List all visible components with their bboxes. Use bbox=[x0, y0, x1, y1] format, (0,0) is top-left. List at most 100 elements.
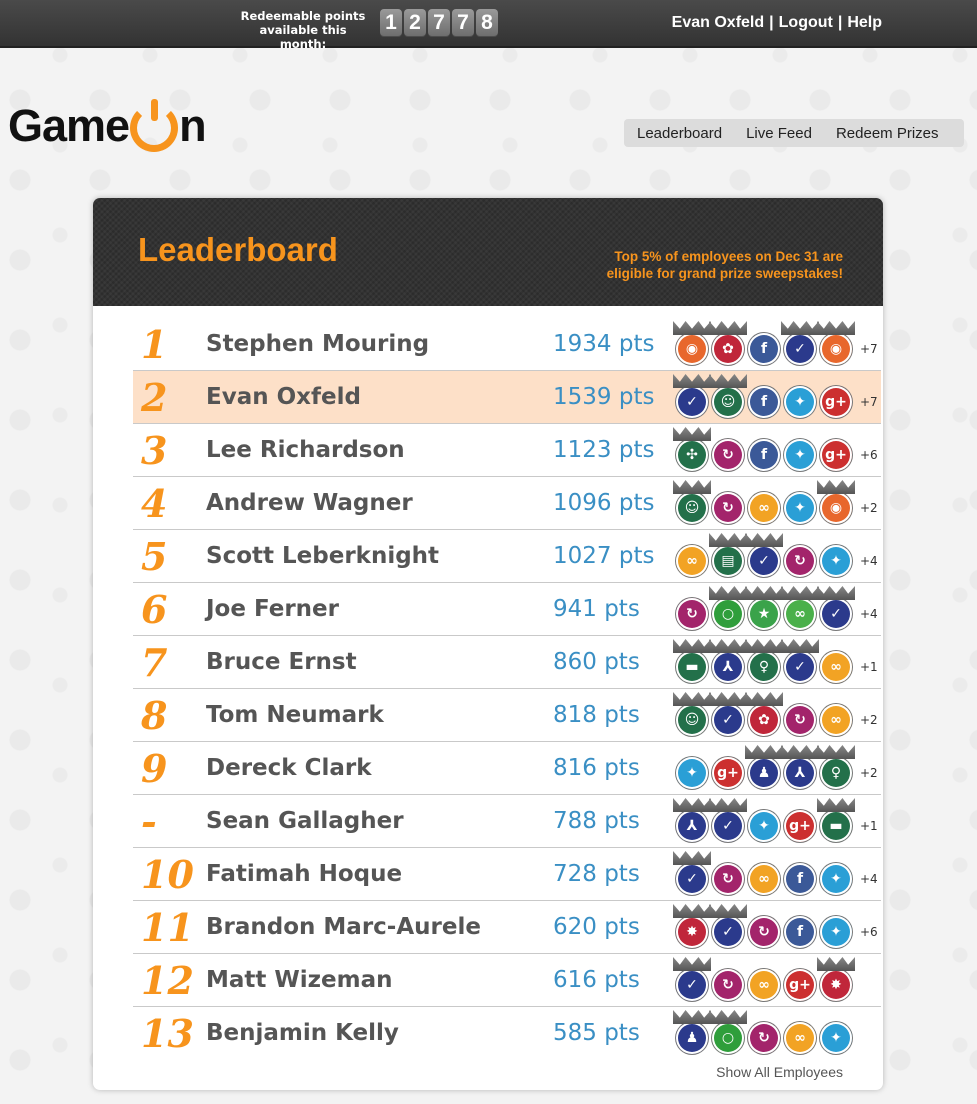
chat-badge-icon[interactable]: ▬ bbox=[820, 810, 852, 842]
leaderboard-row[interactable]: 13 Benjamin Kelly 585 pts ♟ ○ ↻ ∞ ✦ bbox=[133, 1007, 881, 1059]
more-badges-count[interactable]: +2 bbox=[860, 713, 878, 727]
rss-badge-icon[interactable]: ◉ bbox=[820, 492, 852, 524]
refresh-badge-icon[interactable]: ↻ bbox=[712, 492, 744, 524]
infinity-badge-icon[interactable]: ∞ bbox=[676, 545, 708, 577]
check-badge-icon[interactable]: ✓ bbox=[820, 598, 852, 630]
employee-name[interactable]: Dereck Clark bbox=[206, 755, 553, 781]
infinity-badge-icon[interactable]: ∞ bbox=[820, 704, 852, 736]
user-badge-icon[interactable]: ♟ bbox=[748, 757, 780, 789]
nav-leaderboard[interactable]: Leaderboard bbox=[624, 125, 733, 142]
facebook-badge-icon[interactable]: f bbox=[784, 916, 816, 948]
more-badges-count[interactable]: +4 bbox=[860, 872, 878, 886]
puzzle-badge-icon[interactable]: ✣ bbox=[676, 439, 708, 471]
leaderboard-row[interactable]: 1 Stephen Mouring 1934 pts ◉ ✿ f ✓ ◉ +7 bbox=[133, 318, 881, 371]
burst-badge-icon[interactable]: ✸ bbox=[820, 969, 852, 1001]
twitter-badge-icon[interactable]: ✦ bbox=[784, 439, 816, 471]
infinity-badge-icon[interactable]: ∞ bbox=[748, 969, 780, 1001]
rss-badge-icon[interactable]: ◉ bbox=[820, 333, 852, 365]
refresh-badge-icon[interactable]: ↻ bbox=[676, 598, 708, 630]
refresh-badge-icon[interactable]: ↻ bbox=[748, 916, 780, 948]
show-all-employees-link[interactable]: Show All Employees bbox=[716, 1064, 843, 1080]
facebook-badge-icon[interactable]: f bbox=[784, 863, 816, 895]
employee-name[interactable]: Lee Richardson bbox=[206, 437, 553, 463]
leaderboard-row[interactable]: 8 Tom Neumark 818 pts ☺ ✓ ✿ ↻ ∞ +2 bbox=[133, 689, 881, 742]
refresh-badge-icon[interactable]: ↻ bbox=[712, 439, 744, 471]
merge-badge-icon[interactable]: ⅄ bbox=[676, 810, 708, 842]
infinity-badge-icon[interactable]: ∞ bbox=[820, 651, 852, 683]
bulb-badge-icon[interactable]: ♀ bbox=[748, 651, 780, 683]
more-badges-count[interactable]: +4 bbox=[860, 554, 878, 568]
check-badge-icon[interactable]: ✓ bbox=[676, 863, 708, 895]
more-badges-count[interactable]: +1 bbox=[860, 819, 878, 833]
check-badge-icon[interactable]: ✓ bbox=[712, 810, 744, 842]
people-badge-icon[interactable]: ☺ bbox=[712, 386, 744, 418]
twitter-badge-icon[interactable]: ✦ bbox=[784, 492, 816, 524]
bulb-badge-icon[interactable]: ♀ bbox=[820, 757, 852, 789]
people-badge-icon[interactable]: ☺ bbox=[676, 492, 708, 524]
leaderboard-row[interactable]: 12 Matt Wizeman 616 pts ✓ ↻ ∞ g+ ✸ bbox=[133, 954, 881, 1007]
logout-link[interactable]: Logout bbox=[779, 14, 833, 31]
more-badges-count[interactable]: +7 bbox=[860, 342, 878, 356]
twitter-badge-icon[interactable]: ✦ bbox=[784, 386, 816, 418]
facebook-badge-icon[interactable]: f bbox=[748, 439, 780, 471]
burst-badge-icon[interactable]: ✸ bbox=[676, 916, 708, 948]
check-badge-icon[interactable]: ✓ bbox=[784, 651, 816, 683]
leaderboard-row[interactable]: 6 Joe Ferner 941 pts ↻ ○ ★ ∞ ✓ +4 bbox=[133, 583, 881, 636]
employee-name[interactable]: Brandon Marc-Aurele bbox=[206, 914, 553, 940]
employee-name[interactable]: Sean Gallagher bbox=[206, 808, 553, 834]
gameon-logo[interactable]: Game n bbox=[8, 99, 207, 152]
merge-badge-icon[interactable]: ⅄ bbox=[784, 757, 816, 789]
merge-badge-icon[interactable]: ⅄ bbox=[712, 651, 744, 683]
chat-badge-icon[interactable]: ▬ bbox=[676, 651, 708, 683]
more-badges-count[interactable]: +6 bbox=[860, 448, 878, 462]
check-badge-icon[interactable]: ✓ bbox=[712, 704, 744, 736]
facebook-badge-icon[interactable]: f bbox=[748, 333, 780, 365]
more-badges-count[interactable]: +4 bbox=[860, 607, 878, 621]
nav-redeem-prizes[interactable]: Redeem Prizes bbox=[823, 125, 950, 142]
more-badges-count[interactable]: +1 bbox=[860, 660, 878, 674]
googleplus-badge-icon[interactable]: g+ bbox=[820, 439, 852, 471]
leaderboard-row[interactable]: 11 Brandon Marc-Aurele 620 pts ✸ ✓ ↻ f ✦ +6 bbox=[133, 901, 881, 954]
infinity-badge-icon[interactable]: ∞ bbox=[748, 863, 780, 895]
more-badges-count[interactable]: +6 bbox=[860, 925, 878, 939]
leaderboard-row[interactable]: 2 Evan Oxfeld 1539 pts ✓ ☺ f ✦ g+ +7 bbox=[133, 371, 881, 424]
check-badge-icon[interactable]: ✓ bbox=[712, 916, 744, 948]
twitter-badge-icon[interactable]: ✦ bbox=[676, 757, 708, 789]
star-badge-icon[interactable]: ★ bbox=[748, 598, 780, 630]
employee-name[interactable]: Benjamin Kelly bbox=[206, 1020, 553, 1046]
user-name-link[interactable]: Evan Oxfeld bbox=[672, 14, 764, 31]
leaderboard-row[interactable]: 9 Dereck Clark 816 pts ✦ g+ ♟ ⅄ ♀ +2 bbox=[133, 742, 881, 795]
leaderboard-row[interactable]: 5 Scott Leberknight 1027 pts ∞ ▤ ✓ ↻ ✦ +4 bbox=[133, 530, 881, 583]
lock-badge-icon[interactable]: ○ bbox=[712, 598, 744, 630]
twitter-badge-icon[interactable]: ✦ bbox=[820, 545, 852, 577]
employee-name[interactable]: Matt Wizeman bbox=[206, 967, 553, 993]
leaderboard-row[interactable]: 7 Bruce Ernst 860 pts ▬ ⅄ ♀ ✓ ∞ +1 bbox=[133, 636, 881, 689]
employee-name[interactable]: Joe Ferner bbox=[206, 596, 553, 622]
employee-name[interactable]: Scott Leberknight bbox=[206, 543, 553, 569]
infinity-badge-icon[interactable]: ∞ bbox=[748, 492, 780, 524]
leaderboard-row[interactable]: 10 Fatimah Hoque 728 pts ✓ ↻ ∞ f ✦ +4 bbox=[133, 848, 881, 901]
leaderboard-row[interactable]: 3 Lee Richardson 1123 pts ✣ ↻ f ✦ g+ +6 bbox=[133, 424, 881, 477]
googleplus-badge-icon[interactable]: g+ bbox=[784, 810, 816, 842]
ribbon-badge-icon[interactable]: ✿ bbox=[748, 704, 780, 736]
leaderboard-row[interactable]: 4 Andrew Wagner 1096 pts ☺ ↻ ∞ ✦ ◉ +2 bbox=[133, 477, 881, 530]
user-badge-icon[interactable]: ♟ bbox=[676, 1022, 708, 1054]
book-badge-icon[interactable]: ▤ bbox=[712, 545, 744, 577]
refresh-badge-icon[interactable]: ↻ bbox=[712, 969, 744, 1001]
check-badge-icon[interactable]: ✓ bbox=[748, 545, 780, 577]
ribbon-badge-icon[interactable]: ✿ bbox=[712, 333, 744, 365]
infinity-badge-icon[interactable]: ∞ bbox=[784, 1022, 816, 1054]
employee-name[interactable]: Stephen Mouring bbox=[206, 331, 553, 357]
refresh-badge-icon[interactable]: ↻ bbox=[784, 545, 816, 577]
refresh-badge-icon[interactable]: ↻ bbox=[784, 704, 816, 736]
check-badge-icon[interactable]: ✓ bbox=[784, 333, 816, 365]
googleplus-badge-icon[interactable]: g+ bbox=[784, 969, 816, 1001]
more-badges-count[interactable]: +2 bbox=[860, 766, 878, 780]
refresh-badge-icon[interactable]: ↻ bbox=[748, 1022, 780, 1054]
twitter-badge-icon[interactable]: ✦ bbox=[748, 810, 780, 842]
check-badge-icon[interactable]: ✓ bbox=[676, 386, 708, 418]
employee-name[interactable]: Evan Oxfeld bbox=[206, 384, 553, 410]
employee-name[interactable]: Andrew Wagner bbox=[206, 490, 553, 516]
refresh-badge-icon[interactable]: ↻ bbox=[712, 863, 744, 895]
rss-badge-icon[interactable]: ◉ bbox=[676, 333, 708, 365]
